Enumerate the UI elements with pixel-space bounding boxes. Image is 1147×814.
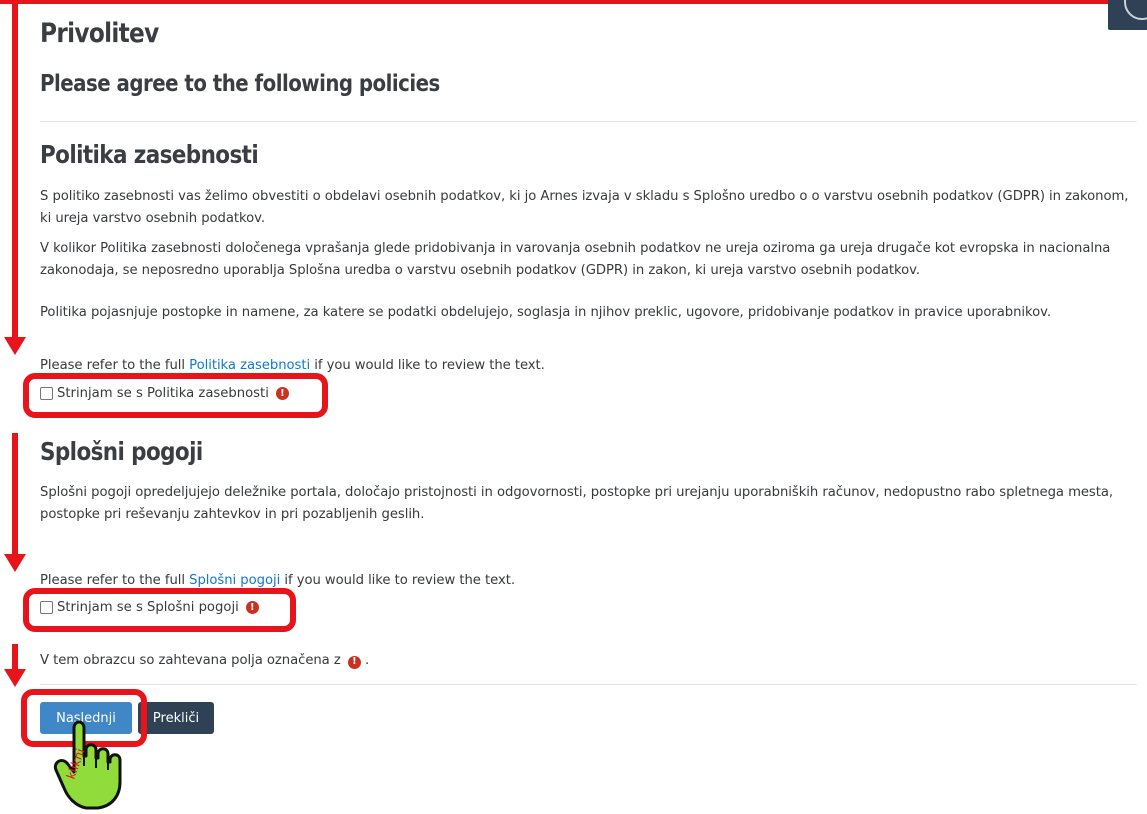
page-subtitle: Please agree to the following policies	[40, 71, 440, 97]
policy-heading-terms: Splošni pogoji	[40, 437, 203, 466]
required-note-prefix: V tem obrazcu so zahtevana polja označen…	[40, 653, 341, 668]
pointing-hand-icon: klikni	[53, 720, 122, 810]
annotation-highlight-privacy	[23, 373, 328, 418]
policy-heading-privacy: Politika zasebnosti	[40, 140, 259, 169]
page-title: Privolitev	[40, 18, 159, 49]
refer-suffix: if you would like to review the text.	[280, 573, 515, 588]
policy-paragraph: V kolikor Politika zasebnosti določenega…	[40, 241, 1111, 278]
policy-paragraph: S politiko zasebnosti vas želimo obvesti…	[40, 189, 1129, 226]
annotation-arrow-head-icon	[4, 554, 26, 572]
refer-suffix: if you would like to review the text.	[310, 358, 545, 373]
annotation-arrow-line	[12, 644, 18, 672]
annotation-highlight-terms	[23, 588, 296, 632]
terms-link[interactable]: Splošni pogoji	[189, 573, 280, 588]
required-note-suffix: .	[365, 653, 370, 668]
annotation-arrow-head-icon	[4, 669, 26, 687]
required-icon: !	[347, 655, 361, 669]
divider	[40, 684, 1137, 685]
privacy-policy-link[interactable]: Politika zasebnosti	[189, 358, 310, 373]
divider	[40, 121, 1137, 122]
user-menu-corner[interactable]	[1108, 0, 1147, 30]
annotation-top-rule	[0, 0, 1147, 4]
annotation-arrow-line	[12, 0, 18, 340]
cancel-button[interactable]: Prekliči	[138, 702, 214, 734]
annotation-arrow-head-icon	[4, 337, 26, 355]
refer-prefix: Please refer to the full	[40, 358, 190, 373]
policy-paragraph: Politika pojasnjuje postopke in namene, …	[40, 305, 1052, 320]
required-fields-note: V tem obrazcu so zahtevana polja označen…	[40, 650, 1132, 672]
avatar-ring-icon	[1124, 0, 1147, 20]
policy-paragraph: Splošni pogoji opredeljujejo deležnike p…	[40, 485, 1114, 522]
annotation-arrow-line	[12, 433, 18, 557]
refer-prefix: Please refer to the full	[40, 573, 190, 588]
